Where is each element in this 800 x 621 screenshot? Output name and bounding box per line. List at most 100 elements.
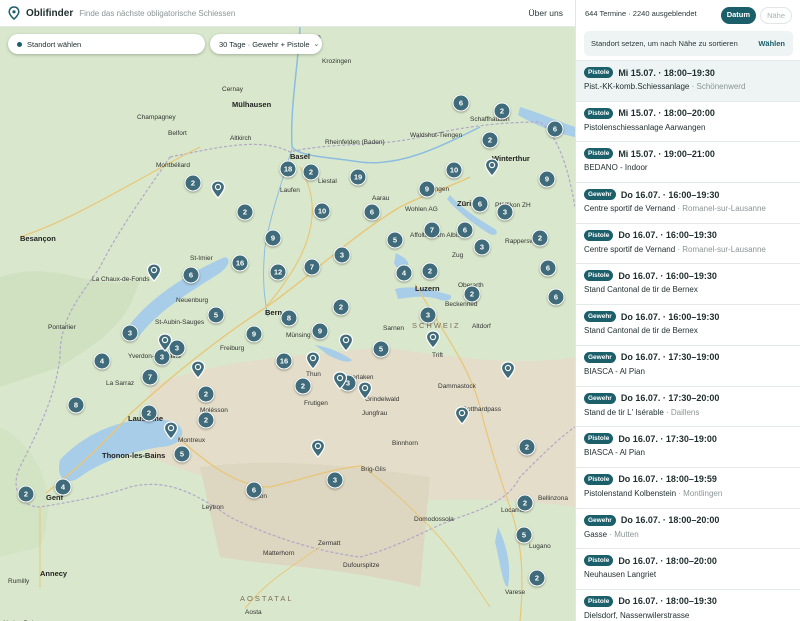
map-cluster-marker[interactable]: 6 — [547, 288, 565, 306]
map-cluster-marker[interactable]: 6 — [363, 203, 381, 221]
map-place-label: Zermatt — [318, 540, 341, 547]
event-list-item[interactable]: Gewehr Do 16.07. · 16:00–19:30 Stand Canto… — [576, 304, 800, 345]
map-cluster-marker[interactable]: 2 — [332, 298, 350, 316]
map-pin-icon[interactable] — [332, 371, 348, 390]
event-list-item[interactable]: Pistole Do 16.07. · 18:00–19:30 Dielsdorf,… — [576, 588, 800, 621]
map-cluster-marker[interactable]: 6 — [546, 120, 564, 138]
event-list-item[interactable]: Pistole Do 16.07. · 18:00–19:59 Pistolenst… — [576, 466, 800, 508]
range-name: BIASCA - Al Pian — [584, 448, 645, 458]
map-pin-icon[interactable] — [190, 360, 206, 379]
map-pin-icon[interactable] — [484, 158, 500, 177]
map-cluster-marker[interactable]: 3 — [326, 471, 344, 489]
map-pin-icon[interactable] — [500, 361, 516, 380]
map-pin-icon[interactable] — [157, 333, 173, 352]
map-pin-icon[interactable] — [454, 406, 470, 425]
map-cluster-marker[interactable]: 2 — [463, 285, 481, 303]
choose-location-button[interactable]: Wählen — [758, 39, 785, 48]
map-cluster-marker[interactable]: 6 — [539, 259, 557, 277]
map-cluster-marker[interactable]: 6 — [245, 481, 263, 499]
event-list-item[interactable]: Gewehr Do 16.07. · 17:30–19:00 BIASCA - Al… — [576, 344, 800, 386]
map-cluster-marker[interactable]: 3 — [121, 324, 139, 342]
map-cluster-marker[interactable]: 2 — [302, 163, 320, 181]
map-pin-icon[interactable] — [305, 351, 321, 370]
event-list-item[interactable]: Gewehr Do 16.07. · 17:30–20:00 Stand de ti… — [576, 385, 800, 427]
event-list-item[interactable]: Pistole Mi 15.07. · 18:00–20:00 Pistolensc… — [576, 100, 800, 142]
map-cluster-marker[interactable]: 2 — [294, 377, 312, 395]
map-cluster-marker[interactable]: 7 — [303, 258, 321, 276]
sort-by-date-button[interactable]: Datum — [720, 7, 757, 24]
event-list-item[interactable]: Pistole Do 16.07. · 16:00–19:30 Centre spo… — [576, 222, 800, 264]
sort-by-distance-button[interactable]: Nähe — [760, 7, 792, 24]
map-cluster-marker[interactable]: 5 — [386, 231, 404, 249]
map-cluster-marker[interactable]: 19 — [349, 168, 367, 186]
map-pin-icon[interactable] — [210, 180, 226, 199]
map-cluster-marker[interactable]: 3 — [496, 203, 514, 221]
location-select-button[interactable]: Standort wählen — [8, 34, 205, 54]
event-list-item[interactable]: Pistole Do 16.07. · 17:30–19:00 BIASCA - A… — [576, 426, 800, 467]
event-header: Gewehr Do 16.07. · 16:00–19:30 — [584, 311, 793, 323]
map-pin-icon[interactable] — [425, 330, 441, 349]
map-cluster-marker[interactable]: 2 — [17, 485, 35, 503]
map-cluster-marker[interactable]: 2 — [518, 438, 536, 456]
map-cluster-marker[interactable]: 4 — [93, 352, 111, 370]
map-cluster-marker[interactable]: 4 — [54, 478, 72, 496]
map-cluster-marker[interactable]: 2 — [197, 385, 215, 403]
map-place-label: Besançon — [20, 234, 56, 243]
map-cluster-marker[interactable]: 9 — [538, 170, 556, 188]
map-cluster-marker[interactable]: 2 — [531, 229, 549, 247]
map-cluster-marker[interactable]: 9 — [264, 229, 282, 247]
map-cluster-marker[interactable]: 2 — [493, 102, 511, 120]
map-cluster-marker[interactable]: 12 — [269, 263, 287, 281]
map-cluster-marker[interactable]: 5 — [372, 340, 390, 358]
map-cluster-marker[interactable]: 9 — [311, 322, 329, 340]
map-pin-icon[interactable] — [163, 421, 179, 440]
event-list-item[interactable]: Pistole Mi 15.07. · 18:00–19:30 Pist.-KK-k… — [576, 60, 800, 101]
map-cluster-marker[interactable]: 3 — [419, 306, 437, 324]
map-cluster-marker[interactable]: 3 — [473, 238, 491, 256]
map-view[interactable]: KenzingenKrozingenCernayMülhausenChampag… — [0, 27, 575, 621]
top-bar: Oblifinder Finde das nächste obligatoris… — [0, 0, 575, 27]
map-cluster-marker[interactable]: 2 — [528, 569, 546, 587]
map-cluster-marker[interactable]: 2 — [236, 203, 254, 221]
map-cluster-marker[interactable]: 5 — [173, 445, 191, 463]
map-place-label: Pontarlier — [48, 324, 76, 331]
about-link[interactable]: Über uns — [529, 8, 564, 18]
map-cluster-marker[interactable]: 7 — [141, 368, 159, 386]
map-cluster-marker[interactable]: 6 — [182, 266, 200, 284]
map-cluster-marker[interactable]: 2 — [184, 174, 202, 192]
map-cluster-marker[interactable]: 8 — [67, 396, 85, 414]
event-list-item[interactable]: Gewehr Do 16.07. · 16:00–19:30 Centre spor… — [576, 182, 800, 223]
map-cluster-marker[interactable]: 4 — [395, 264, 413, 282]
map-pin-icon[interactable] — [146, 263, 162, 282]
filter-dropdown[interactable]: 30 Tage · Gewehr + Pistole ⌄ — [210, 34, 322, 54]
map-cluster-marker[interactable]: 2 — [421, 262, 439, 280]
map-cluster-marker[interactable]: 2 — [481, 131, 499, 149]
map-cluster-marker[interactable]: 9 — [245, 325, 263, 343]
map-cluster-marker[interactable]: 10 — [313, 202, 331, 220]
event-list-item[interactable]: Pistole Do 16.07. · 18:00–20:00 Neuhausen … — [576, 548, 800, 589]
map-pin-icon[interactable] — [310, 439, 326, 458]
map-cluster-marker[interactable]: 2 — [140, 404, 158, 422]
event-list-item[interactable]: Gewehr Do 16.07. · 18:00–20:00 Gasse · Mut… — [576, 507, 800, 549]
map-cluster-marker[interactable]: 16 — [231, 254, 249, 272]
map-cluster-marker[interactable]: 8 — [280, 309, 298, 327]
map-cluster-marker[interactable]: 2 — [516, 494, 534, 512]
map-cluster-marker[interactable]: 6 — [471, 195, 489, 213]
map-cluster-marker[interactable]: 5 — [515, 526, 533, 544]
map-cluster-marker[interactable]: 18 — [279, 160, 297, 178]
map-pin-icon[interactable] — [357, 381, 373, 400]
map-cluster-marker[interactable]: 9 — [418, 180, 436, 198]
weapon-type-badge: Pistole — [584, 555, 614, 567]
map-place-label: Domodossola — [414, 516, 454, 523]
map-cluster-marker[interactable]: 3 — [333, 246, 351, 264]
map-cluster-marker[interactable]: 5 — [207, 306, 225, 324]
map-cluster-marker[interactable]: 16 — [275, 352, 293, 370]
event-list-item[interactable]: Pistole Do 16.07. · 16:00–19:30 Stand Cant… — [576, 263, 800, 304]
map-cluster-marker[interactable]: 10 — [445, 161, 463, 179]
map-cluster-marker[interactable]: 6 — [452, 94, 470, 112]
map-cluster-marker[interactable]: 6 — [456, 221, 474, 239]
event-list-item[interactable]: Pistole Mi 15.07. · 19:00–21:00 BEDANO - I… — [576, 141, 800, 182]
map-cluster-marker[interactable]: 2 — [197, 411, 215, 429]
map-cluster-marker[interactable]: 7 — [423, 221, 441, 239]
map-pin-icon[interactable] — [338, 333, 354, 352]
